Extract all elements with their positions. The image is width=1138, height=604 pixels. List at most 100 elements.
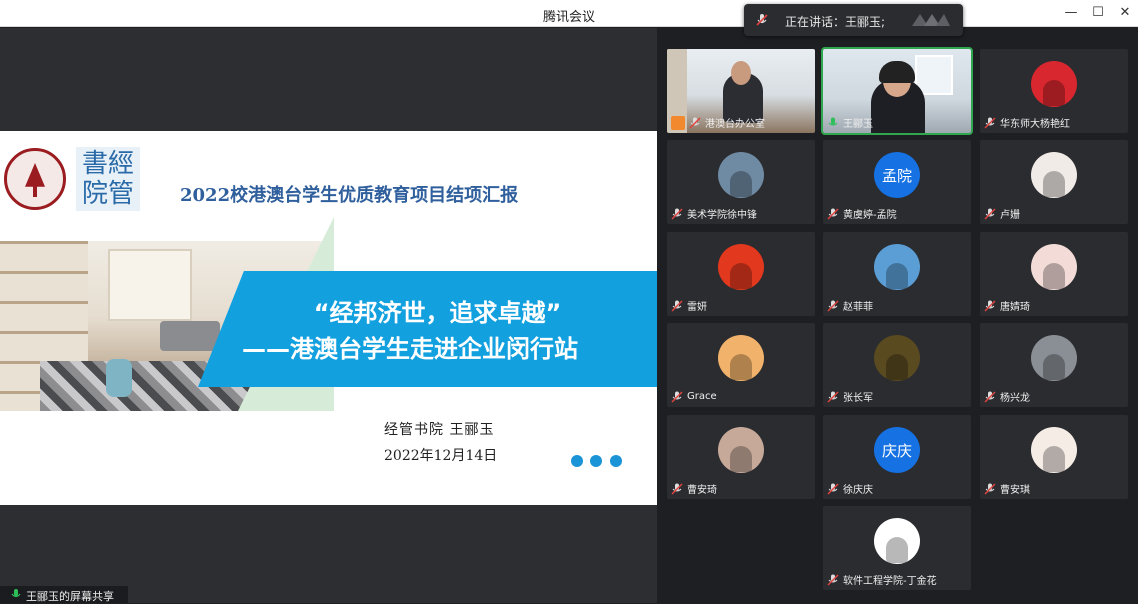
speaking-text: 正在讲话：王郦玉; bbox=[785, 15, 886, 29]
participant-avatar bbox=[1031, 61, 1077, 107]
mic-muted-icon bbox=[984, 116, 996, 129]
participant-name: Grace bbox=[687, 391, 717, 402]
participant-tile[interactable]: Grace bbox=[667, 323, 815, 407]
participant-tile[interactable]: 张长军 bbox=[823, 323, 971, 407]
participant-tile[interactable]: 曹安琦 bbox=[667, 415, 815, 499]
participant-name: 软件工程学院-丁金花 bbox=[843, 576, 937, 587]
participant-tile[interactable]: 孟院黄虞婷-孟院 bbox=[823, 140, 971, 224]
participant-avatar bbox=[718, 152, 764, 198]
participant-tile[interactable]: 唐婧琦 bbox=[980, 232, 1128, 316]
mic-muted-icon bbox=[827, 482, 839, 495]
participant-namebar: Grace bbox=[671, 389, 717, 404]
participant-namebar: 卢姗 bbox=[984, 206, 1020, 221]
mic-muted-icon bbox=[756, 14, 768, 26]
participant-avatar: 庆庆 bbox=[874, 427, 920, 473]
participant-name: 美术学院徐中锋 bbox=[687, 210, 757, 221]
participant-tile[interactable]: 美术学院徐中锋 bbox=[667, 140, 815, 224]
participant-namebar: 华东师大杨艳红 bbox=[984, 115, 1070, 130]
participant-tile[interactable]: 赵菲菲 bbox=[823, 232, 971, 316]
participant-name: 王郦玉 bbox=[843, 119, 873, 130]
app-title: 腾讯会议 bbox=[542, 10, 595, 25]
participant-namebar: 徐庆庆 bbox=[827, 481, 873, 496]
presenter-name: 经管书院 王郦玉 bbox=[384, 422, 495, 438]
mic-muted-icon bbox=[827, 299, 839, 312]
participant-tile[interactable]: 港澳台办公室 bbox=[667, 49, 815, 133]
mic-muted-icon bbox=[671, 482, 683, 495]
speaking-indicator: 正在讲话：王郦玉; bbox=[744, 4, 963, 36]
participant-name: 杨兴龙 bbox=[1000, 393, 1030, 404]
participant-name: 卢姗 bbox=[1000, 210, 1020, 221]
mic-muted-icon bbox=[984, 207, 996, 220]
participant-tile[interactable]: 杨兴龙 bbox=[980, 323, 1128, 407]
mic-muted-icon bbox=[827, 207, 839, 220]
participant-tile[interactable]: 曹安琪 bbox=[980, 415, 1128, 499]
participant-namebar: 王郦玉 bbox=[827, 115, 873, 130]
participant-tile[interactable]: 雷妍 bbox=[667, 232, 815, 316]
participant-tile[interactable]: 王郦玉 bbox=[821, 47, 973, 135]
slide-title: 2022校港澳台学生优质教育项目结项汇报 bbox=[180, 185, 519, 206]
participant-namebar: 唐婧琦 bbox=[984, 298, 1030, 313]
participant-namebar: 美术学院徐中锋 bbox=[671, 206, 757, 221]
participant-name: 曹安琪 bbox=[1000, 485, 1030, 496]
participant-namebar: 港澳台办公室 bbox=[671, 115, 765, 130]
presentation-date: 2022年12月14日 bbox=[384, 448, 498, 464]
participant-name: 徐庆庆 bbox=[843, 485, 873, 496]
participant-avatar bbox=[874, 335, 920, 381]
screen-share-text: 王郦玉的屏幕共享 bbox=[26, 590, 114, 603]
mic-muted-icon bbox=[671, 207, 683, 220]
participant-name: 华东师大杨艳红 bbox=[1000, 119, 1070, 130]
participant-name: 赵菲菲 bbox=[843, 302, 873, 313]
participant-avatar bbox=[1031, 335, 1077, 381]
decor-dot bbox=[571, 455, 583, 467]
presentation-slide: 書經 院管 2022校港澳台学生优质教育项目结项汇报 “经邦济世，追求卓越” ——… bbox=[0, 131, 657, 505]
mic-muted-icon bbox=[827, 390, 839, 403]
mic-muted-icon bbox=[671, 390, 683, 403]
participant-namebar: 雷妍 bbox=[671, 298, 707, 313]
participant-tile[interactable]: 庆庆徐庆庆 bbox=[823, 415, 971, 499]
mic-muted-icon bbox=[984, 482, 996, 495]
slide-banner: “经邦济世，追求卓越” ——港澳台学生走进企业闵行站 bbox=[198, 271, 657, 387]
title-bar: 腾讯会议 — ☐ ✕ bbox=[0, 0, 1138, 27]
participant-name: 张长军 bbox=[843, 393, 873, 404]
participant-gallery: 港澳台办公室 王郦玉 华东师大杨艳红 美术学院徐中锋 孟院 黄虞婷-孟院 卢姗 雷妍 赵菲菲 唐婧… bbox=[657, 28, 1138, 603]
banner-line-1: “经邦济世，追求卓越” bbox=[313, 299, 562, 327]
minimize-button[interactable]: — bbox=[1060, 3, 1082, 23]
decor-dot bbox=[610, 455, 622, 467]
participant-namebar: 曹安琦 bbox=[671, 481, 717, 496]
mic-muted-icon bbox=[827, 573, 839, 586]
college-calligraphy-logo: 書經 院管 bbox=[76, 147, 140, 211]
participant-avatar bbox=[1031, 427, 1077, 473]
mic-muted-icon bbox=[984, 299, 996, 312]
maximize-button[interactable]: ☐ bbox=[1087, 3, 1109, 23]
participant-tile[interactable]: 软件工程学院-丁金花 bbox=[823, 506, 971, 590]
participant-namebar: 赵菲菲 bbox=[827, 298, 873, 313]
screen-share-label: 王郦玉的屏幕共享 bbox=[0, 586, 128, 603]
participant-namebar: 黄虞婷-孟院 bbox=[827, 206, 897, 221]
banner-line-2: ——港澳台学生走进企业闵行站 bbox=[242, 335, 578, 363]
mic-icon bbox=[828, 117, 838, 125]
mic-muted-icon bbox=[984, 390, 996, 403]
decor-dot bbox=[590, 455, 602, 467]
participant-namebar: 曹安琪 bbox=[984, 481, 1030, 496]
participant-namebar: 张长军 bbox=[827, 389, 873, 404]
participant-namebar: 软件工程学院-丁金花 bbox=[827, 572, 937, 587]
tencent-meeting-logo bbox=[912, 14, 950, 26]
close-button[interactable]: ✕ bbox=[1114, 3, 1136, 23]
participant-avatar bbox=[718, 244, 764, 290]
mic-muted-icon bbox=[689, 116, 701, 129]
mic-muted-icon bbox=[671, 299, 683, 312]
participant-name: 黄虞婷-孟院 bbox=[843, 210, 897, 221]
participant-avatar bbox=[718, 335, 764, 381]
mic-icon bbox=[11, 589, 21, 598]
university-seal-logo bbox=[4, 148, 66, 210]
participant-avatar bbox=[874, 244, 920, 290]
participant-avatar bbox=[874, 518, 920, 564]
participant-namebar: 杨兴龙 bbox=[984, 389, 1030, 404]
participant-name: 港澳台办公室 bbox=[705, 119, 765, 130]
participant-tile[interactable]: 卢姗 bbox=[980, 140, 1128, 224]
participant-name: 曹安琦 bbox=[687, 485, 717, 496]
participant-name: 雷妍 bbox=[687, 302, 707, 313]
participant-avatar: 孟院 bbox=[874, 152, 920, 198]
participant-avatar bbox=[1031, 152, 1077, 198]
participant-tile[interactable]: 华东师大杨艳红 bbox=[980, 49, 1128, 133]
